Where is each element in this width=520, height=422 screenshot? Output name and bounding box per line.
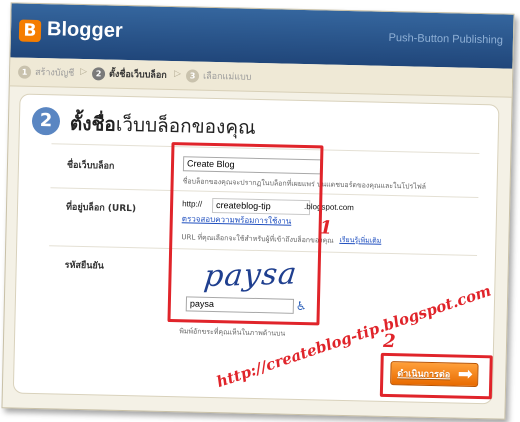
arrow-right-icon[interactable]: ➡ <box>452 362 479 387</box>
form-panel: 2 ตั้งชื่อเว็บบล็อกของคุณ ชื่อเว็บบล็อก … <box>12 93 500 405</box>
page-title-bold: ตั้งชื่อ <box>69 112 117 136</box>
step-label: ตั้งชื่อเว็บบล็อก <box>108 69 167 81</box>
captcha-hint: พิมพ์อักขระที่คุณเห็นในภาพด้านบน <box>179 327 286 338</box>
address-label: ที่อยู่บล็อก (URL) <box>65 202 137 215</box>
step-number: 1 <box>17 65 32 79</box>
chevron-right-icon: ▷ <box>79 66 88 78</box>
step-name-blog: 2 ตั้งชื่อเว็บบล็อก <box>91 66 167 82</box>
captcha-label: รหัสยืนยัน <box>64 260 104 272</box>
screenshot-frame: B Blogger Push-Button Publishing 1 สร้าง… <box>1 2 515 420</box>
blog-title-label: ชื่อเว็บบล็อก <box>66 160 115 172</box>
brand-name[interactable]: Blogger <box>47 18 123 43</box>
page-title: ตั้งชื่อเว็บบล็อกของคุณ <box>70 109 256 143</box>
step-label: สร้างบัญชี <box>34 67 75 79</box>
step-badge: 2 <box>31 106 61 136</box>
blogger-logo-icon[interactable]: B <box>18 19 42 43</box>
chevron-right-icon: ▷ <box>173 69 182 80</box>
tagline: Push-Button Publishing <box>388 31 504 47</box>
page-title-rest: เว็บบล็อกของคุณ <box>115 113 256 139</box>
learn-more-link[interactable]: เรียนรู้เพิ่มเติม <box>339 235 381 247</box>
step-number: 2 <box>91 66 106 80</box>
step-number: 3 <box>185 68 200 83</box>
step-create-account: 1 สร้างบัญชี <box>17 65 75 80</box>
annotation-number-1: 1 <box>319 217 333 239</box>
annotation-box-form <box>167 142 324 326</box>
step-label: เลือกแม่แบบ <box>202 71 252 83</box>
step-choose-template: 3 เลือกแม่แบบ <box>185 68 252 83</box>
